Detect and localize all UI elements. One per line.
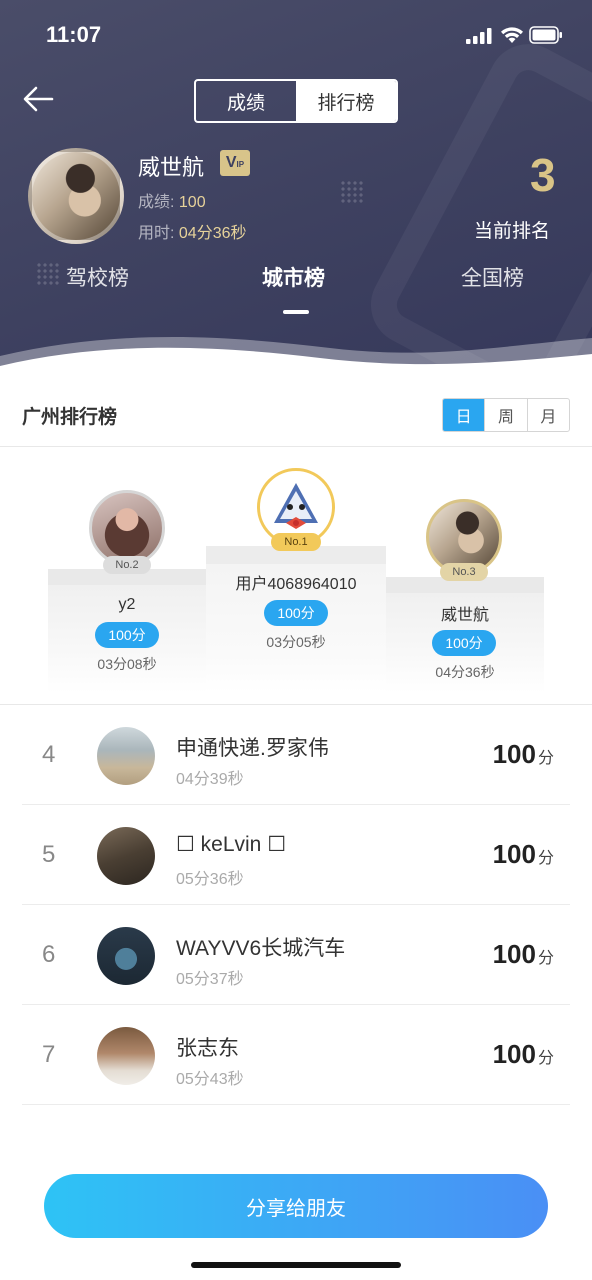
avatar bbox=[97, 727, 155, 785]
period-selector: 日 周 月 bbox=[442, 398, 570, 432]
list-score-value: 100 bbox=[492, 939, 536, 969]
podium-third-score: 100分 bbox=[432, 630, 496, 656]
podium-second-name: y2 bbox=[118, 596, 136, 613]
score-value: 100 bbox=[178, 194, 206, 211]
status-bar: 11:07 bbox=[0, 0, 592, 70]
list-score-unit: 分 bbox=[537, 850, 554, 867]
avatar bbox=[97, 827, 155, 885]
user-avatar bbox=[28, 148, 124, 244]
podium-third-name: 威世航 bbox=[440, 607, 489, 624]
list-time: 05分37秒 bbox=[176, 971, 244, 988]
battery-icon bbox=[529, 26, 562, 44]
leaderboard-tabs: 驾校榜 城市榜 全国榜 bbox=[0, 262, 592, 302]
tab-national[interactable]: 全国榜 bbox=[461, 262, 524, 292]
period-day[interactable]: 日 bbox=[443, 399, 485, 431]
list-score-value: 100 bbox=[492, 1039, 536, 1069]
list-item[interactable]: 6 WAYVV6长城汽车 05分37秒 100 分 bbox=[22, 905, 570, 1005]
rank-badge-1: No.1 bbox=[271, 533, 321, 551]
segment-tab-score[interactable]: 成绩 bbox=[196, 81, 296, 121]
list-rank: 7 bbox=[42, 1041, 56, 1068]
avatar bbox=[89, 490, 165, 566]
rank-badge-3: No.3 bbox=[440, 563, 488, 581]
list-name: 张志东 bbox=[176, 1037, 239, 1060]
tab-school[interactable]: 驾校榜 bbox=[66, 262, 129, 292]
user-name: 威世航 bbox=[138, 155, 205, 180]
user-score: 成绩: 100 bbox=[138, 188, 206, 212]
current-rank-label: 当前排名 bbox=[474, 221, 551, 242]
vip-badge-text: V bbox=[225, 154, 237, 171]
list-fade bbox=[0, 1110, 592, 1170]
podium-second-score: 100分 bbox=[95, 622, 159, 648]
rank-badge-2: No.2 bbox=[103, 556, 151, 574]
list-item[interactable]: 7 张志东 05分43秒 100 分 bbox=[22, 1005, 570, 1105]
avatar bbox=[97, 927, 155, 985]
list-score-value: 100 bbox=[492, 839, 536, 869]
share-button[interactable]: 分享给朋友 bbox=[44, 1174, 548, 1238]
vip-badge: VIP bbox=[220, 150, 250, 176]
podium-first-time: 03分05秒 bbox=[266, 634, 326, 650]
avatar bbox=[97, 1027, 155, 1085]
time-value: 04分36秒 bbox=[178, 225, 247, 242]
period-week[interactable]: 周 bbox=[484, 399, 528, 431]
podium-third-time: 04分36秒 bbox=[435, 664, 495, 680]
list-time: 04分39秒 bbox=[176, 771, 244, 788]
list-item[interactable]: 4 申通快递.罗家伟 04分39秒 100 分 bbox=[22, 705, 570, 805]
podium-second-time: 03分08秒 bbox=[97, 656, 157, 672]
list-name: ☐ keLvin ☐ bbox=[176, 833, 287, 856]
home-indicator bbox=[191, 1262, 401, 1268]
list-rank: 5 bbox=[42, 841, 56, 868]
list-score: 100 分 bbox=[493, 1039, 554, 1070]
back-arrow-icon[interactable] bbox=[22, 84, 56, 114]
podium-first-score: 100分 bbox=[264, 600, 328, 626]
status-time: 11:07 bbox=[46, 22, 102, 47]
segment-tab-ranking[interactable]: 排行榜 bbox=[296, 81, 396, 121]
podium-first-name: 用户4068964010 bbox=[235, 576, 357, 593]
tab-city[interactable]: 城市榜 bbox=[262, 262, 325, 292]
list-rank: 4 bbox=[42, 741, 56, 768]
user-time: 用时: 04分36秒 bbox=[138, 219, 247, 243]
segment-control: 成绩 排行榜 bbox=[194, 79, 398, 123]
time-label: 用时: bbox=[138, 225, 175, 242]
list-score: 100 分 bbox=[493, 839, 554, 870]
score-label: 成绩: bbox=[138, 194, 175, 211]
list-score-unit: 分 bbox=[537, 750, 554, 767]
list-score-unit: 分 bbox=[537, 950, 554, 967]
list-name: WAYVV6长城汽车 bbox=[176, 937, 346, 960]
divider bbox=[0, 446, 592, 447]
tab-indicator bbox=[283, 310, 309, 314]
section-title: 广州排行榜 bbox=[22, 407, 118, 428]
header-wave bbox=[0, 337, 592, 380]
list-score: 100 分 bbox=[493, 739, 554, 770]
current-rank-value: 3 bbox=[530, 149, 556, 201]
list-name: 申通快递.罗家伟 bbox=[176, 737, 329, 760]
list-score: 100 分 bbox=[493, 939, 554, 970]
signal-icon bbox=[466, 28, 492, 44]
list-item[interactable]: 5 ☐ keLvin ☐ 05分36秒 100 分 bbox=[22, 805, 570, 905]
dots-decoration bbox=[340, 180, 364, 204]
list-score-value: 100 bbox=[492, 739, 536, 769]
list-rank: 6 bbox=[42, 941, 56, 968]
list-score-unit: 分 bbox=[537, 1050, 554, 1067]
list-time: 05分36秒 bbox=[176, 871, 244, 888]
list-time: 05分43秒 bbox=[176, 1071, 244, 1088]
period-month[interactable]: 月 bbox=[528, 399, 569, 431]
wifi-icon bbox=[501, 27, 523, 43]
